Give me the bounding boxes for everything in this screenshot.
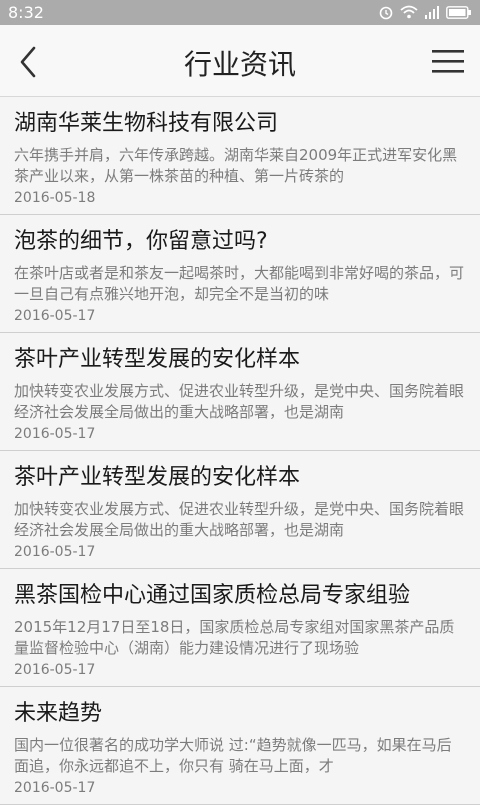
- news-title: 湖南华莱生物科技有限公司: [14, 111, 279, 136]
- news-item[interactable]: 未来趋势 国内一位很著名的成功学大师说 过:“趋势就像一匹马，如果在马后面追，你…: [0, 687, 480, 805]
- news-summary: 六年携手并肩，六年传承跨越。湖南华莱自2009年正式进军安化黑茶产业以来，从第一…: [14, 146, 458, 185]
- news-date: 2016-05-17: [14, 780, 96, 796]
- status-time: 8:32: [8, 3, 44, 22]
- news-date: 2016-05-17: [14, 426, 96, 442]
- news-item[interactable]: 茶叶产业转型发展的安化样本 加快转变农业发展方式、促进农业转型升级，是党中央、国…: [0, 333, 480, 451]
- battery-icon: [446, 5, 471, 19]
- news-title: 茶叶产业转型发展的安化样本: [14, 465, 301, 490]
- news-title: 泡茶的细节，你留意过吗?: [14, 229, 268, 254]
- news-date: 2016-05-17: [14, 662, 96, 678]
- title-bar: 行业资讯: [0, 25, 480, 97]
- news-title: 茶叶产业转型发展的安化样本: [14, 347, 301, 372]
- news-title: 黑茶国检中心通过国家质检总局专家组验: [14, 583, 411, 608]
- news-date: 2016-05-18: [14, 190, 96, 206]
- news-date: 2016-05-17: [14, 308, 96, 324]
- news-list: 湖南华莱生物科技有限公司 六年携手并肩，六年传承跨越。湖南华莱自2009年正式进…: [0, 97, 480, 805]
- status-bar: 8:32: [0, 0, 480, 25]
- news-summary: 在茶叶店或者是和茶友一起喝茶时，大都能喝到非常好喝的茶品，可一旦自己有点雅兴地开…: [14, 264, 465, 303]
- alarm-icon: [379, 6, 393, 20]
- news-summary: 2015年12月17日至18日，国家质检总局专家组对国家黑茶产品质量监督检验中心…: [14, 618, 455, 657]
- news-summary: 国内一位很著名的成功学大师说 过:“趋势就像一匹马，如果在马后面追，你永远都追不…: [14, 736, 452, 775]
- news-date: 2016-05-17: [14, 544, 96, 560]
- status-icons: [378, 4, 472, 20]
- menu-icon[interactable]: [430, 45, 466, 77]
- news-item[interactable]: 茶叶产业转型发展的安化样本 加快转变农业发展方式、促进农业转型升级，是党中央、国…: [0, 451, 480, 569]
- signal-icon: [425, 6, 439, 19]
- news-summary: 加快转变农业发展方式、促进农业转型升级，是党中央、国务院着眼经济社会发展全局做出…: [14, 382, 465, 421]
- page-title: 行业资讯: [183, 48, 296, 81]
- news-item[interactable]: 湖南华莱生物科技有限公司 六年携手并肩，六年传承跨越。湖南华莱自2009年正式进…: [0, 97, 480, 215]
- news-title: 未来趋势: [14, 701, 103, 726]
- news-item[interactable]: 泡茶的细节，你留意过吗? 在茶叶店或者是和茶友一起喝茶时，大都能喝到非常好喝的茶…: [0, 215, 480, 333]
- wifi-icon: [400, 5, 418, 19]
- news-summary: 加快转变农业发展方式、促进农业转型升级，是党中央、国务院着眼经济社会发展全局做出…: [14, 500, 465, 539]
- news-item[interactable]: 黑茶国检中心通过国家质检总局专家组验 2015年12月17日至18日，国家质检总…: [0, 569, 480, 687]
